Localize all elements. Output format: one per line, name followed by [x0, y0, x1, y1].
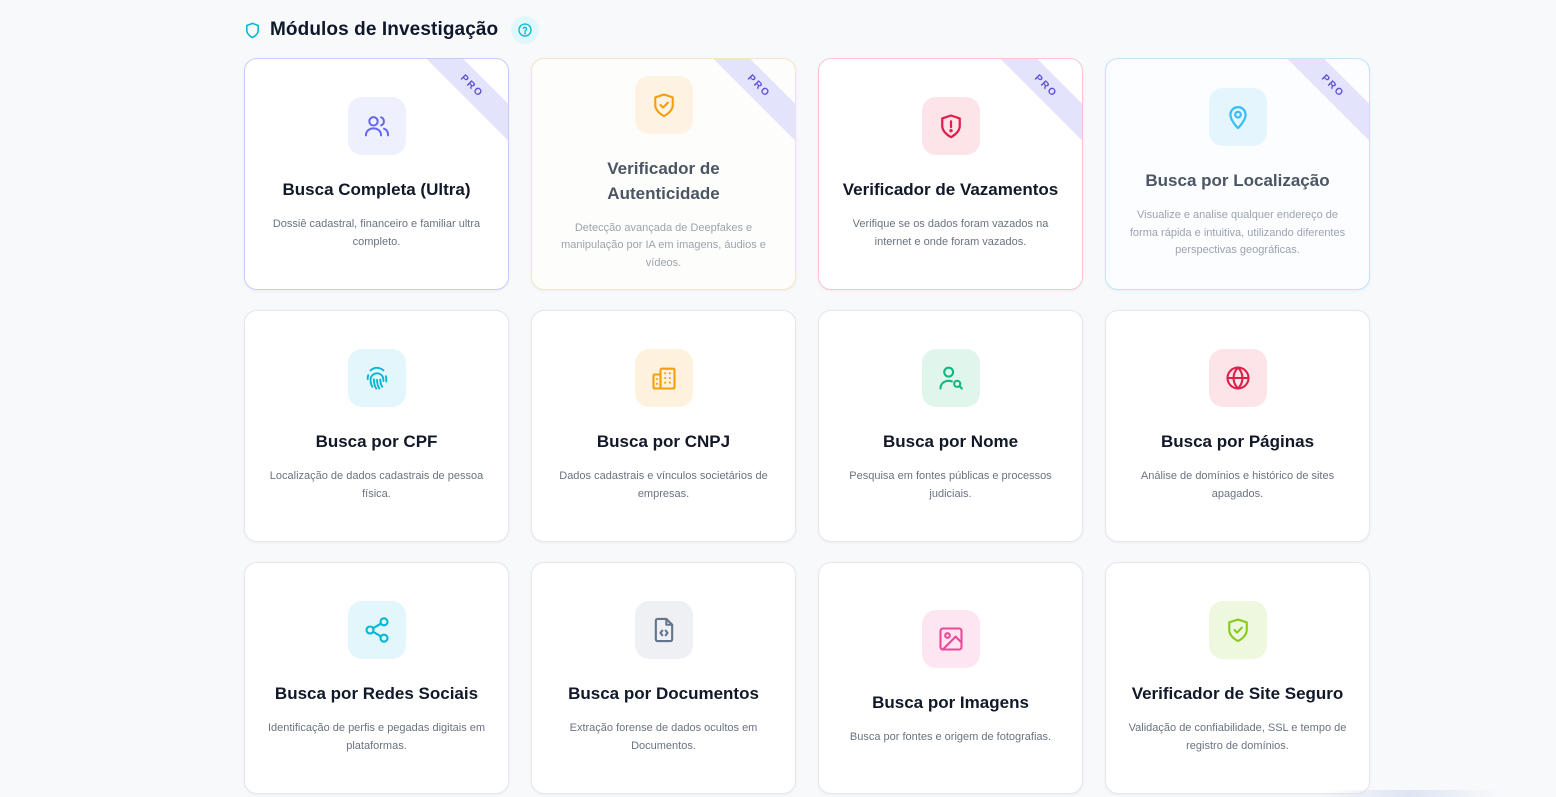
module-card-verificador-vazamentos[interactable]: PRO Verificador de Vazamentos Verifique …	[818, 58, 1083, 290]
module-title: Verificador de Autenticidade	[607, 158, 720, 203]
help-circle-icon	[518, 23, 532, 37]
module-description: Validação de confiabilidade, SSL e tempo…	[1128, 722, 1347, 752]
pro-badge: PRO	[987, 59, 1082, 145]
module-title: Busca por CNPJ	[596, 432, 731, 451]
module-card-busca-localizacao[interactable]: PRO Busca por Localização Visualize e an…	[1105, 58, 1370, 290]
globe-icon	[1208, 349, 1267, 407]
module-title: Verificador de Vazamentos	[842, 180, 1059, 199]
shield-alert-icon	[921, 97, 980, 155]
module-title: Verificador de Site Seguro	[1131, 684, 1344, 703]
module-description: Verifique se os dados foram vazados na i…	[852, 218, 1049, 248]
modules-grid: PRO Busca Completa (Ultra) Dossiê cadast…	[244, 58, 1370, 794]
users-icon	[347, 97, 406, 155]
module-card-busca-imagens[interactable]: Busca por Imagens Busca por fontes e ori…	[818, 562, 1083, 794]
module-title: Busca por Redes Sociais	[274, 684, 479, 703]
module-description: Extração forense de dados ocultos em Doc…	[569, 722, 758, 752]
pro-badge: PRO	[700, 59, 795, 145]
module-title: Busca por Documentos	[568, 684, 759, 703]
module-card-busca-completa[interactable]: PRO Busca Completa (Ultra) Dossiê cadast…	[244, 58, 509, 290]
module-title: Busca por CPF	[315, 432, 438, 451]
map-pin-icon	[1208, 88, 1267, 147]
pro-badge: PRO	[1274, 59, 1369, 145]
module-description: Busca por fontes e origem de fotografias…	[849, 730, 1052, 743]
shield-check-icon	[1208, 601, 1267, 659]
share-icon	[347, 601, 406, 659]
module-description: Detecção avançada de Deepfakes e manipul…	[561, 221, 766, 269]
module-description: Localização de dados cadastrais de pesso…	[269, 470, 484, 500]
module-title: Busca Completa (Ultra)	[282, 180, 471, 199]
building-icon	[634, 349, 693, 407]
pro-badge: PRO	[413, 59, 508, 145]
module-card-busca-redes-sociais[interactable]: Busca por Redes Sociais Identificação de…	[244, 562, 509, 794]
help-button[interactable]	[511, 16, 540, 44]
fingerprint-icon	[347, 349, 406, 407]
module-description: Pesquisa em fontes públicas e processos …	[849, 470, 1052, 500]
module-title: Busca por Localização	[1145, 171, 1330, 191]
module-card-busca-cnpj[interactable]: Busca por CNPJ Dados cadastrais e víncul…	[531, 310, 796, 542]
module-description: Visualize e analise qualquer endereço de…	[1129, 209, 1346, 257]
module-card-busca-documentos[interactable]: Busca por Documentos Extração forense de…	[531, 562, 796, 794]
image-icon	[921, 609, 980, 668]
module-title: Busca por Imagens	[872, 692, 1029, 712]
section-header: Módulos de Investigação	[244, 16, 540, 44]
module-description: Dossiê cadastral, financeiro e familiar …	[272, 218, 481, 248]
module-title: Busca por Nome	[882, 432, 1019, 451]
user-search-icon	[921, 349, 980, 407]
module-description: Identificação de perfis e pegadas digita…	[267, 722, 486, 752]
module-title: Busca por Páginas	[1160, 432, 1315, 451]
file-code-icon	[634, 601, 693, 659]
module-card-busca-nome[interactable]: Busca por Nome Pesquisa em fontes públic…	[818, 310, 1083, 542]
module-card-busca-cpf[interactable]: Busca por CPF Localização de dados cadas…	[244, 310, 509, 542]
scroll-shadow	[1320, 790, 1500, 797]
module-description: Análise de domínios e histórico de sites…	[1140, 470, 1335, 500]
module-card-verificador-site-seguro[interactable]: Verificador de Site Seguro Validação de …	[1105, 562, 1370, 794]
shield-icon	[244, 22, 261, 39]
shield-check-icon	[634, 75, 693, 134]
module-description: Dados cadastrais e vínculos societários …	[559, 470, 768, 500]
section-title: Módulos de Investigação	[270, 19, 499, 40]
module-card-verificador-autenticidade[interactable]: PRO Verificador de Autenticidade Detecçã…	[531, 58, 796, 290]
module-card-busca-paginas[interactable]: Busca por Páginas Análise de domínios e …	[1105, 310, 1370, 542]
